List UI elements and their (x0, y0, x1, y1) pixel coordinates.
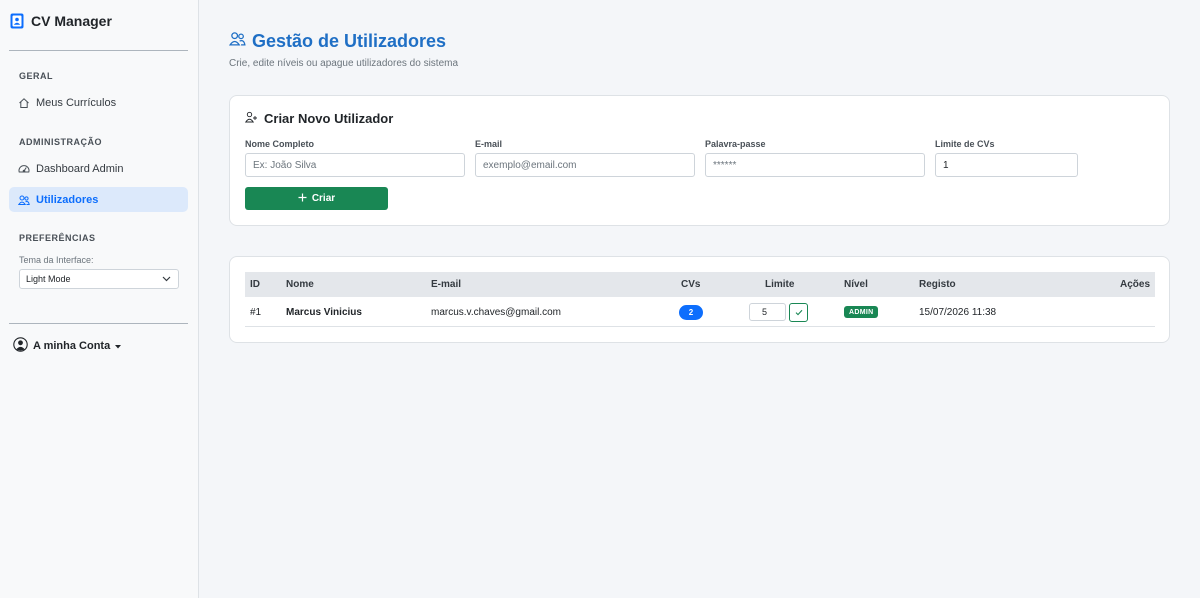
email-input[interactable]: exemplo@email.com (475, 153, 695, 177)
column-header-registo: Registo (919, 279, 956, 290)
page-title-text: Gestão de Utilizadores (252, 30, 447, 51)
check-icon (795, 309, 802, 315)
column-header-cvs: CVs (681, 279, 701, 290)
sidebar-divider (9, 323, 188, 324)
sidebar: CV Manager GERAL Meus Currículos ADMINIS… (0, 0, 199, 598)
name-label: Nome Completo (245, 139, 315, 149)
password-input-placeholder: ****** (713, 159, 737, 171)
email-label: E-mail (475, 139, 503, 149)
account-label: A minha Conta (33, 340, 111, 352)
section-label-geral: GERAL (19, 71, 53, 81)
password-label: Palavra-passe (705, 139, 766, 149)
people-icon (18, 194, 30, 206)
cv-count-badge: 2 (679, 304, 703, 320)
save-limit-button[interactable] (789, 302, 808, 322)
column-header-nivel: Nível (844, 279, 868, 290)
theme-label: Tema da Interface: (19, 255, 94, 265)
sidebar-item-meus-curriculos[interactable]: Meus Currículos (9, 90, 188, 115)
section-label-preferencias: PREFERÊNCIAS (19, 233, 96, 243)
sidebar-item-label: Meus Currículos (36, 96, 117, 109)
brand-name: CV Manager (31, 13, 112, 29)
plus-icon (298, 193, 307, 205)
sidebar-item-utilizadores[interactable]: Utilizadores (9, 187, 188, 212)
user-registered: 15/07/2026 11:38 (919, 306, 997, 318)
level-badge: ADMIN (844, 306, 879, 318)
create-user-card: Criar Novo Utilizador Nome Completo Ex: … (229, 95, 1170, 226)
person-circle-icon (13, 337, 28, 355)
user-name: Marcus Vinicius (286, 306, 362, 318)
column-header-limite: Limite (765, 279, 795, 290)
page-title: Gestão de Utilizadores (228, 30, 447, 52)
column-header-email: E-mail (431, 279, 462, 290)
cv-limit-value: 1 (943, 159, 949, 171)
brand[interactable]: CV Manager (10, 13, 112, 29)
chevron-down-icon (162, 274, 171, 284)
cv-limit-input[interactable]: 1 (935, 153, 1078, 177)
user-email: marcus.v.chaves@gmail.com (431, 306, 561, 318)
column-header-nome: Nome (286, 279, 314, 290)
caret-down-icon (115, 340, 122, 352)
email-input-placeholder: exemplo@email.com (483, 159, 577, 171)
user-cvs-cell: 2 (679, 297, 703, 327)
person-add-icon (244, 111, 258, 126)
sidebar-divider (9, 50, 188, 51)
page-subtitle: Crie, edite níveis ou apague utilizadore… (229, 58, 459, 69)
create-user-title-text: Criar Novo Utilizador (264, 111, 394, 126)
account-menu[interactable]: A minha Conta (13, 337, 122, 355)
create-user-button-label: Criar (311, 193, 336, 204)
password-input[interactable]: ****** (705, 153, 925, 177)
people-icon (228, 30, 246, 52)
home-icon (18, 97, 30, 109)
user-limit-cell: 5 (749, 297, 808, 327)
sidebar-item-label: Utilizadores (36, 193, 99, 206)
column-header-id: ID (250, 279, 260, 290)
cv-document-icon (10, 13, 24, 29)
sidebar-item-label: Dashboard Admin (36, 162, 124, 175)
user-level-cell: ADMIN (844, 297, 879, 327)
column-header-acoes: Ações (1120, 279, 1151, 290)
table-row: #1 Marcus Vinicius marcus.v.chaves@gmail… (245, 297, 1155, 327)
section-label-administracao: ADMINISTRAÇÃO (19, 137, 102, 147)
create-user-title: Criar Novo Utilizador (244, 111, 394, 126)
sidebar-item-dashboard-admin[interactable]: Dashboard Admin (9, 156, 188, 181)
theme-select[interactable]: Light Mode (19, 269, 179, 289)
users-table-card: ID Nome E-mail CVs Limite Nível Registo … (229, 256, 1170, 343)
theme-select-value: Light Mode (26, 274, 71, 284)
name-input-placeholder: Ex: João Silva (253, 159, 317, 171)
limit-input[interactable]: 5 (749, 303, 786, 321)
table-header: ID Nome E-mail CVs Limite Nível Registo … (245, 272, 1155, 297)
speedometer-icon (18, 163, 30, 175)
user-id: #1 (250, 306, 262, 318)
name-input[interactable]: Ex: João Silva (245, 153, 465, 177)
create-user-button[interactable]: Criar (245, 187, 388, 210)
cv-limit-label: Limite de CVs (935, 139, 995, 149)
